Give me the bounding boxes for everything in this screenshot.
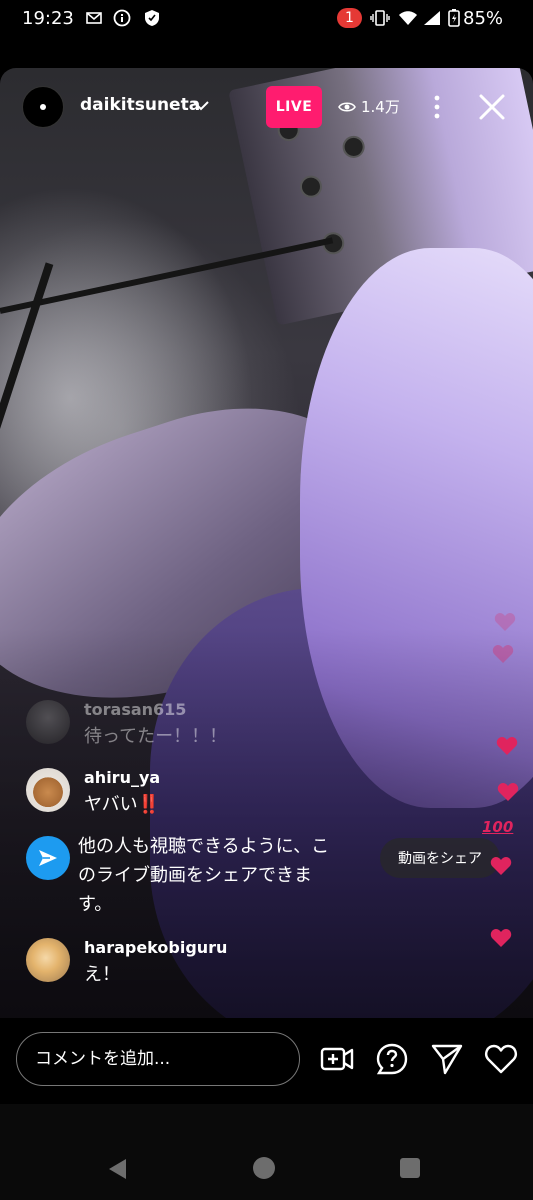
heart-icon [490, 929, 512, 947]
broadcaster-avatar[interactable] [22, 86, 64, 128]
send-icon[interactable] [430, 1042, 464, 1076]
status-time: 19:23 [22, 8, 74, 29]
heart-icon [490, 857, 512, 875]
commenter-name[interactable]: torasan615 [84, 700, 186, 719]
heart-icon [497, 783, 519, 801]
recents-button[interactable] [400, 1158, 420, 1178]
comment-input[interactable] [16, 1032, 300, 1086]
battery-percent: 85% [463, 8, 504, 29]
chevron-down-icon[interactable] [192, 96, 210, 114]
heart-icon [494, 613, 516, 631]
broadcaster-username[interactable]: daikitsuneta [80, 95, 200, 115]
hundred-points-icon: 100 [482, 818, 514, 836]
signal-icon [422, 8, 442, 28]
viewer-count-label: 1.4万 [361, 98, 400, 116]
heart-icon[interactable] [484, 1042, 518, 1076]
mail-icon [84, 8, 104, 28]
shield-icon [142, 8, 162, 28]
notification-badge: 1 [337, 8, 362, 28]
add-video-icon[interactable] [320, 1042, 354, 1076]
commenter-name[interactable]: harapekobiguru [84, 938, 227, 957]
close-icon[interactable] [478, 93, 506, 121]
wifi-icon [398, 8, 418, 28]
video-shade [0, 628, 533, 1018]
comment-text: 待ってたー！！！ [84, 726, 228, 747]
share-video-button[interactable]: 動画をシェア [380, 838, 500, 878]
more-options-icon[interactable] [427, 94, 447, 120]
share-prompt-line: のライブ動画をシェアできま [78, 865, 312, 886]
live-badge: LIVE [266, 86, 322, 128]
share-prompt-line: 他の人も視聴できるように、こ [78, 836, 330, 857]
info-icon [112, 8, 132, 28]
back-icon[interactable] [106, 1158, 128, 1180]
comment-text: え！ [84, 964, 120, 985]
share-prompt-line: す。 [78, 894, 113, 915]
send-icon[interactable] [26, 836, 70, 880]
system-nav-bar [0, 1104, 533, 1200]
eye-icon [338, 101, 356, 112]
share-prompt-text: 他の人も視聴できるように、こ のライブ動画をシェアできま す。 [78, 832, 358, 919]
commenter-name[interactable]: ahiru_ya [84, 768, 160, 787]
status-bar: 19:23 1 85% [0, 0, 533, 38]
comment-text: ヤバい‼️ [84, 794, 161, 815]
commenter-avatar[interactable] [26, 700, 70, 744]
commenter-avatar[interactable] [26, 768, 70, 812]
vibrate-icon [370, 8, 390, 28]
heart-icon [496, 737, 518, 755]
viewer-count[interactable]: 1.4万 [338, 96, 400, 117]
heart-icon [492, 645, 514, 663]
battery-icon [444, 8, 464, 28]
home-button[interactable] [253, 1157, 275, 1179]
commenter-avatar[interactable] [26, 938, 70, 982]
question-icon[interactable] [375, 1042, 409, 1076]
